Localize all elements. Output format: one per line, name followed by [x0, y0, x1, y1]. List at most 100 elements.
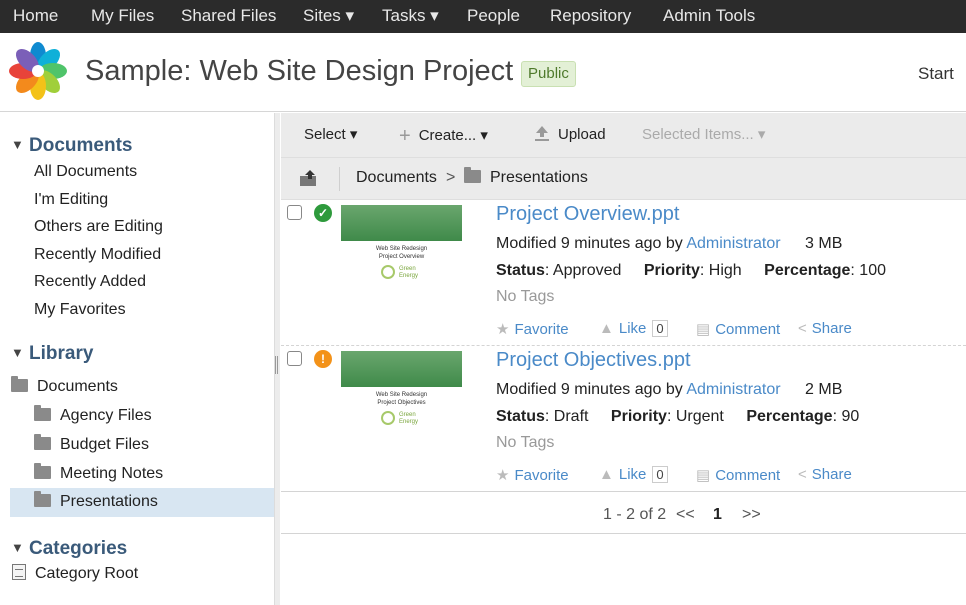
document-thumbnail[interactable]: Web Site Redesign Project Overview Green… [341, 205, 462, 291]
tree-label: Presentations [60, 493, 158, 510]
filter-all-documents[interactable]: All Documents [34, 163, 137, 181]
document-title-link[interactable]: Project Overview.ppt [496, 203, 679, 226]
thumbnail-brand: Green Energy [399, 412, 418, 426]
comment-label: Comment [715, 321, 781, 338]
document-properties: Status: Approved Priority: High Percenta… [496, 262, 886, 279]
row-checkbox[interactable] [287, 205, 302, 220]
filter-others-editing[interactable]: Others are Editing [34, 218, 163, 236]
thumbnail-subtitle: Project Objectives [377, 400, 426, 406]
status-value: Approved [552, 262, 622, 279]
thumbnail-brand: Green Energy [399, 266, 418, 280]
document-thumbnail[interactable]: Web Site Redesign Project Objectives Gre… [341, 351, 462, 437]
comment-icon: ▤ [696, 321, 711, 338]
plus-icon: + [399, 125, 411, 147]
favorite-action[interactable]: ★ Favorite [496, 320, 569, 338]
library-section-heading[interactable]: ▼ Library [11, 343, 93, 365]
collapse-triangle-icon[interactable]: ▼ [11, 345, 29, 360]
favorite-action[interactable]: ★ Favorite [496, 466, 569, 484]
share-action[interactable]: < Share [798, 320, 852, 337]
tree-label: Documents [37, 378, 118, 395]
nav-shared-files[interactable]: Shared Files [181, 0, 276, 33]
document-list-row: ! Web Site Redesign Project Objectives G… [281, 346, 966, 492]
document-title-link[interactable]: Project Objectives.ppt [496, 349, 691, 372]
document-tags: No Tags [496, 434, 555, 451]
documents-heading-label: Documents [29, 135, 133, 156]
create-label: Create... ▾ [418, 127, 488, 144]
upload-icon [535, 126, 549, 141]
comment-action[interactable]: ▤ Comment [696, 320, 780, 338]
documents-section-heading[interactable]: ▼ Documents [11, 135, 132, 157]
modifier-user-link[interactable]: Administrator [686, 235, 780, 252]
nav-sites-menu[interactable]: Sites ▾ [303, 0, 354, 33]
tree-label: Budget Files [60, 436, 149, 453]
share-label: Share [811, 320, 852, 337]
selected-items-menu-button[interactable]: Selected Items... ▾ [642, 125, 765, 143]
create-menu-button[interactable]: + Create... ▾ [399, 125, 488, 148]
modifier-user-link[interactable]: Administrator [686, 381, 780, 398]
document-toolbar: Select ▾ + Create... ▾ Upload Selected It… [281, 113, 966, 158]
nav-repository[interactable]: Repository [550, 0, 631, 33]
categories-section-heading[interactable]: ▼ Categories [11, 538, 127, 560]
star-icon: ★ [496, 467, 510, 484]
select-menu-button[interactable]: Select ▾ [304, 125, 357, 143]
upload-button[interactable]: Upload [534, 125, 606, 143]
favorite-label: Favorite [514, 467, 569, 484]
start-link[interactable]: Start [918, 64, 954, 84]
check-circle-icon: ✓ [314, 204, 332, 222]
breadcrumb-separator: > [446, 169, 456, 186]
row-checkbox[interactable] [287, 351, 302, 366]
thumbnail-title: Web Site Redesign [375, 246, 428, 252]
nav-tasks-menu[interactable]: Tasks ▾ [382, 0, 439, 33]
percentage-label: Percentage [746, 408, 833, 425]
thumbs-up-icon: ▲ [599, 320, 614, 337]
tree-folder-presentations[interactable]: Presentations [10, 488, 274, 517]
tree-folder-documents[interactable]: Documents [11, 373, 274, 402]
thumbs-up-icon: ▲ [599, 466, 614, 483]
comment-action[interactable]: ▤ Comment [696, 466, 780, 484]
star-icon: ★ [496, 321, 510, 338]
document-properties: Status: Draft Priority: Urgent Percentag… [496, 408, 860, 425]
nav-admin-tools[interactable]: Admin Tools [663, 0, 755, 33]
share-action[interactable]: < Share [798, 466, 852, 483]
tree-category-root[interactable]: Category Root [12, 560, 138, 589]
share-icon: < [798, 466, 807, 483]
comment-label: Comment [715, 467, 781, 484]
breadcrumb-current-label: Presentations [490, 169, 588, 186]
document-size: 2 MB [805, 381, 843, 398]
tree-folder-agency-files[interactable]: Agency Files [34, 402, 274, 431]
status-value: Draft [553, 408, 589, 425]
nav-people[interactable]: People [467, 0, 520, 33]
filter-recently-modified[interactable]: Recently Modified [34, 246, 161, 264]
site-visibility-badge: Public [521, 61, 576, 87]
filter-my-favorites[interactable]: My Favorites [34, 301, 126, 319]
nav-my-files[interactable]: My Files [91, 0, 154, 33]
document-list-row: ✓ Web Site Redesign Project Overview Gre… [281, 200, 966, 346]
modified-text: Modified 9 minutes ago by [496, 235, 683, 252]
folder-icon [34, 491, 51, 507]
document-tags: No Tags [496, 288, 555, 305]
priority-value: High [708, 262, 742, 279]
like-action[interactable]: ▲ Like 0 [599, 320, 668, 337]
nav-home[interactable]: Home [13, 0, 58, 33]
breadcrumb-current-folder: Presentations [464, 167, 588, 187]
filter-recently-added[interactable]: Recently Added [34, 273, 146, 291]
folder-up-icon[interactable] [299, 170, 317, 187]
green-energy-logo-icon [381, 265, 395, 279]
splitter-grip-icon[interactable] [275, 356, 278, 374]
priority-label: Priority [610, 408, 667, 425]
breadcrumb-documents-link[interactable]: Documents [356, 169, 437, 187]
thumbnail-brand-line: Green [399, 266, 416, 272]
collapse-triangle-icon[interactable]: ▼ [11, 540, 29, 555]
collapse-triangle-icon[interactable]: ▼ [11, 137, 29, 152]
pagination-prev-button[interactable]: << [676, 506, 695, 524]
thumbnail-brand-line: Energy [399, 419, 419, 425]
pagination-next-button[interactable]: >> [742, 506, 761, 524]
filter-im-editing[interactable]: I'm Editing [34, 191, 108, 209]
alfresco-logo-icon[interactable] [8, 41, 68, 101]
tree-folder-meeting-notes[interactable]: Meeting Notes [34, 460, 274, 489]
like-action[interactable]: ▲ Like 0 [599, 466, 668, 483]
pagination-current-page: 1 [713, 506, 722, 523]
folder-icon [34, 405, 51, 421]
tree-folder-budget-files[interactable]: Budget Files [34, 431, 274, 460]
tree-label: Agency Files [60, 407, 152, 424]
